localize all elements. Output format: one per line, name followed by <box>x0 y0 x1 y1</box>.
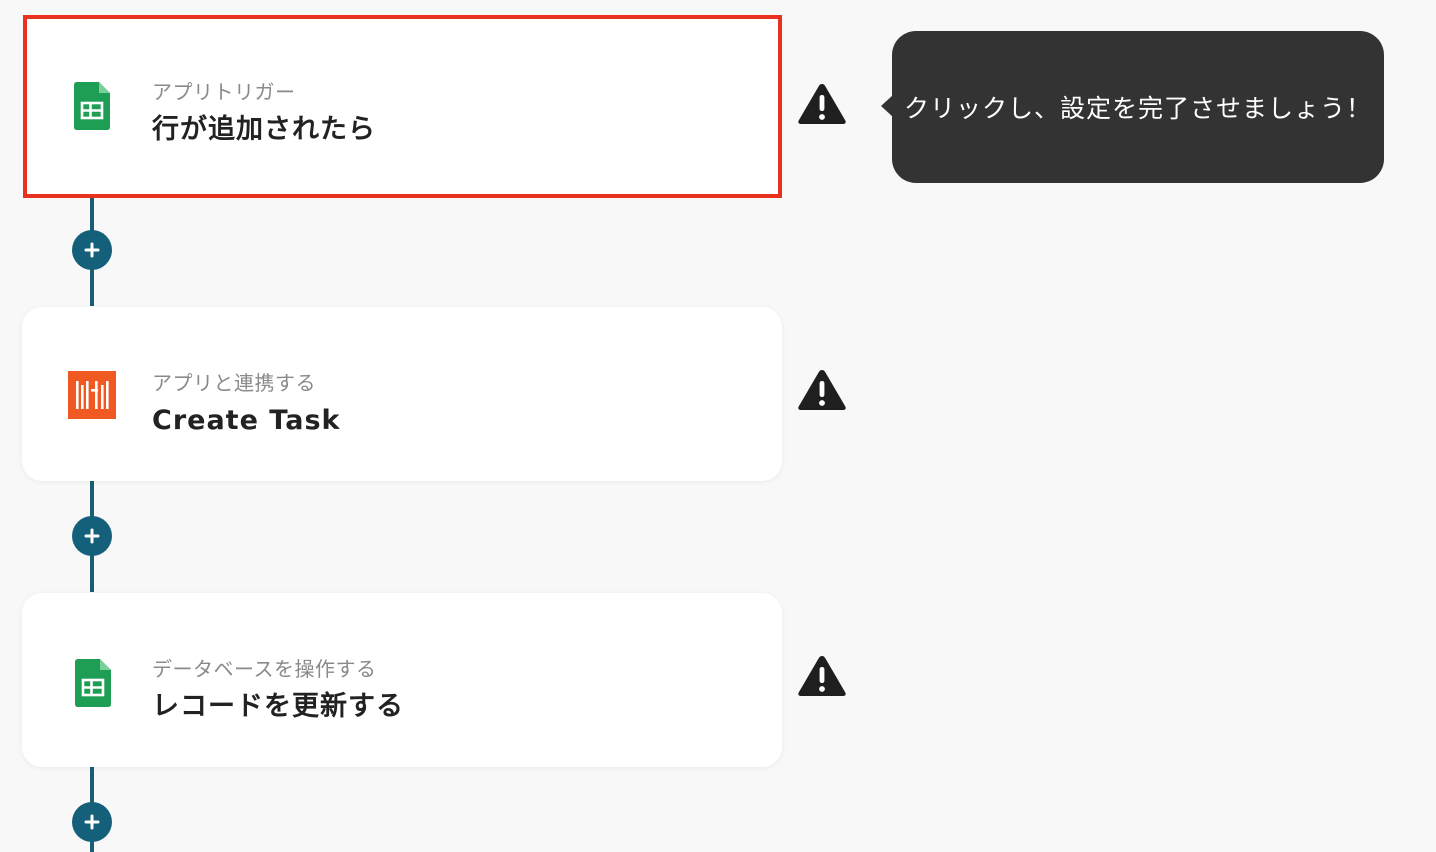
step-type-label: アプリと連携する <box>152 371 316 395</box>
google-sheets-icon <box>75 659 111 707</box>
flow-step-update-record[interactable]: データベースを操作する レコードを更新する <box>22 593 782 767</box>
step-title: Create Task <box>152 405 341 436</box>
tooltip-text: クリックし、設定を完了させましょう！ <box>903 94 1372 123</box>
plus-icon <box>84 528 100 544</box>
flow-step-create-task[interactable]: アプリと連携する Create Task <box>22 307 782 481</box>
plus-icon <box>84 814 100 830</box>
warning-icon <box>797 654 847 698</box>
warning-icon <box>797 82 847 126</box>
tooltip-arrow <box>881 95 893 117</box>
add-step-button[interactable] <box>72 230 112 270</box>
google-sheets-icon <box>74 82 110 130</box>
setup-tooltip: クリックし、設定を完了させましょう！ <box>881 31 1384 183</box>
step-type-label: データベースを操作する <box>152 657 377 681</box>
orange-task-app-icon <box>68 371 116 419</box>
plus-icon <box>84 242 100 258</box>
add-step-button[interactable] <box>72 802 112 842</box>
warning-icon <box>797 368 847 412</box>
step-type-label: アプリトリガー <box>152 80 296 104</box>
add-step-button[interactable] <box>72 516 112 556</box>
step-title: レコードを更新する <box>152 691 404 722</box>
step-title: 行が追加されたら <box>152 114 376 145</box>
flow-step-trigger[interactable]: アプリトリガー 行が追加されたら <box>23 15 782 198</box>
